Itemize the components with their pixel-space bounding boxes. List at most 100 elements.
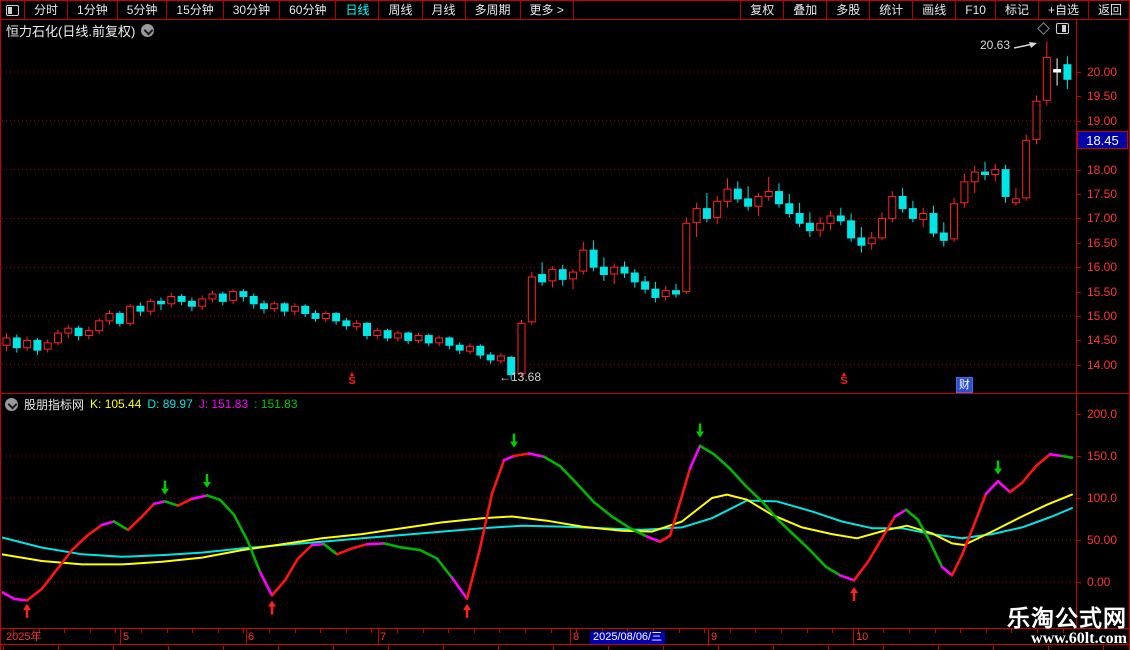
toolbar-item-5分钟[interactable]: 5分钟 (118, 1, 168, 19)
diamond-icon[interactable] (1037, 22, 1050, 35)
candle-body[interactable] (796, 214, 803, 224)
date-label[interactable]: 9 (711, 631, 717, 644)
candle-body[interactable] (333, 314, 340, 321)
indicator-name[interactable]: 股朋指标网 (24, 396, 84, 413)
candle-body[interactable] (662, 291, 669, 297)
candle-body[interactable] (394, 333, 401, 338)
candle-body[interactable] (147, 301, 154, 311)
cai-badge[interactable]: 财 (956, 377, 973, 393)
candle-body[interactable] (971, 172, 978, 182)
candle-body[interactable] (137, 306, 144, 311)
candle-body[interactable] (281, 304, 288, 311)
candle-body[interactable] (1033, 101, 1040, 139)
candle-body[interactable] (44, 343, 51, 349)
candle-body[interactable] (528, 277, 535, 322)
candle-body[interactable] (673, 291, 680, 294)
candle-body[interactable] (570, 272, 577, 279)
candle-body[interactable] (219, 294, 226, 301)
candle-body[interactable] (642, 282, 649, 289)
candle-body[interactable] (13, 338, 20, 348)
date-label[interactable]: 5 (123, 631, 129, 644)
panel-toggle-icon[interactable] (1056, 23, 1069, 34)
candle-body[interactable] (848, 221, 855, 238)
toolbar-item-统计[interactable]: 统计 (869, 1, 912, 19)
candle-body[interactable] (518, 323, 525, 373)
candle-body[interactable] (1012, 199, 1019, 203)
candle-body[interactable] (477, 346, 484, 355)
candle-body[interactable] (456, 345, 463, 350)
candle-body[interactable] (127, 306, 134, 323)
candle-body[interactable] (1064, 65, 1071, 80)
toolbar-item-画线[interactable]: 画线 (912, 1, 955, 19)
candle-body[interactable] (631, 273, 638, 282)
toolbar-item-周线[interactable]: 周线 (379, 1, 422, 19)
toolbar-item-日线[interactable]: 日线 (336, 1, 379, 19)
toolbar-item-30分钟[interactable]: 30分钟 (224, 1, 280, 19)
candle-body[interactable] (425, 336, 432, 343)
candle-body[interactable] (1023, 140, 1030, 198)
toolbar-item-+自选[interactable]: +自选 (1038, 1, 1088, 19)
candle-body[interactable] (116, 314, 123, 324)
toolbar-item-复权[interactable]: 复权 (740, 1, 783, 19)
candle-body[interactable] (920, 214, 927, 220)
candle-body[interactable] (106, 314, 113, 321)
selected-date-label[interactable]: 2025/08/06/三 (590, 631, 665, 644)
candle-body[interactable] (168, 296, 175, 303)
candle-body[interactable] (745, 199, 752, 206)
candle-body[interactable] (724, 189, 731, 201)
candle-body[interactable] (364, 323, 371, 335)
candle-body[interactable] (982, 172, 989, 174)
candle-body[interactable] (868, 238, 875, 244)
date-label[interactable]: 2025年 (6, 631, 41, 644)
toolbar-item-多股[interactable]: 多股 (826, 1, 869, 19)
candle-body[interactable] (199, 299, 206, 306)
candle-body[interactable] (817, 223, 824, 230)
candle-body[interactable] (55, 333, 62, 343)
candle-body[interactable] (75, 328, 82, 335)
candle-body[interactable] (837, 216, 844, 221)
candle-body[interactable] (178, 296, 185, 301)
toolbar-item-15分钟[interactable]: 15分钟 (167, 1, 223, 19)
candle-body[interactable] (1054, 70, 1061, 72)
candle-body[interactable] (1002, 170, 1009, 197)
candle-body[interactable] (776, 192, 783, 204)
candle-body[interactable] (302, 306, 309, 313)
toolbar-item-多周期[interactable]: 多周期 (466, 1, 521, 19)
candle-body[interactable] (209, 294, 216, 299)
candle-body[interactable] (683, 223, 690, 291)
date-label[interactable]: 6 (248, 631, 254, 644)
toolbar-item-返回[interactable]: 返回 (1088, 1, 1130, 19)
candle-body[interactable] (765, 192, 772, 197)
date-axis[interactable]: 2025年56782025/08/06/三910 (1, 628, 1130, 645)
toolbar-item-月线[interactable]: 月线 (423, 1, 466, 19)
candle-body[interactable] (96, 321, 103, 331)
candle-body[interactable] (312, 314, 319, 319)
candle-body[interactable] (961, 182, 968, 203)
candle-body[interactable] (188, 301, 195, 306)
indicator-dropdown-icon[interactable] (5, 398, 18, 411)
candle-body[interactable] (559, 270, 566, 280)
date-label[interactable]: 8 (573, 631, 579, 644)
indicator-plot[interactable] (2, 415, 1076, 628)
candle-body[interactable] (951, 204, 958, 239)
candle-body[interactable] (930, 214, 937, 234)
candle-body[interactable] (271, 304, 278, 309)
candle-body[interactable] (497, 356, 504, 361)
candle-body[interactable] (889, 196, 896, 218)
candle-body[interactable] (65, 328, 72, 333)
candle-body[interactable] (539, 275, 546, 282)
candle-body[interactable] (755, 196, 762, 206)
candle-body[interactable] (343, 321, 350, 326)
candle-body[interactable] (652, 289, 659, 297)
candle-body[interactable] (703, 209, 710, 219)
candle-body[interactable] (240, 292, 247, 297)
candle-body[interactable] (621, 267, 628, 273)
toolbar-item-分时[interactable]: 分时 (25, 1, 68, 19)
candle-body[interactable] (446, 338, 453, 345)
candle-body[interactable] (467, 346, 474, 351)
candle-body[interactable] (322, 314, 329, 319)
candle-body[interactable] (827, 216, 834, 223)
toolbar-item-1分钟[interactable]: 1分钟 (68, 1, 118, 19)
candlestick-plot[interactable] (2, 40, 1076, 393)
candle-body[interactable] (374, 331, 381, 336)
